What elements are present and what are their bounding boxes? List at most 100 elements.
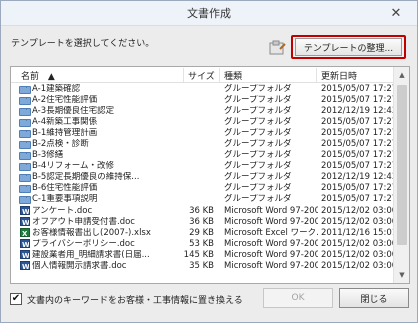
list-item[interactable]: B-4リフォーム・改修 グループフォルダ 2015/05/07 17:27 [11, 161, 394, 172]
item-size: 145 KB [183, 249, 214, 260]
item-name: B-5認定長期優良の維持保... [32, 172, 140, 183]
item-date: 2015/12/02 03:00 [321, 205, 394, 216]
column-header-date[interactable]: 更新日時 [321, 69, 357, 82]
list-item[interactable]: A-1建築確認 グループフォルダ 2015/05/07 17:27 [11, 84, 394, 95]
column-divider[interactable] [316, 68, 317, 82]
item-name: B-1維持管理計画 [32, 128, 98, 139]
item-date: 2015/12/02 03:00 [321, 216, 394, 227]
list-item[interactable]: B-5認定長期優良の維持保... グループフォルダ 2012/12/19 12:43 [11, 172, 394, 183]
folder-icon [19, 141, 31, 150]
list-item[interactable]: B-1維持管理計画 グループフォルダ 2015/05/07 17:27 [11, 128, 394, 139]
column-header-size[interactable]: サイズ [188, 69, 215, 82]
list-item[interactable]: W 個人情報開示請求書.doc 35 KB Microsoft Word 97-200… [11, 260, 394, 272]
item-name: A-2住宅性能評価 [32, 95, 98, 106]
item-date: 2015/05/07 17:27 [321, 95, 394, 106]
folder-icon [19, 163, 31, 172]
excel-icon: X [20, 227, 30, 237]
window-title: 文書作成 [187, 7, 231, 20]
item-name: B-4リフォーム・改修 [32, 161, 115, 172]
close-button[interactable]: 閉じる [339, 288, 409, 308]
scroll-down-arrow-icon[interactable]: ▼ [394, 267, 409, 283]
window-close-button[interactable]: ✕ [381, 4, 411, 22]
document-creation-dialog: 文書作成 ✕ テンプレートを選択してください。 テンプレートの整理... 名前 … [0, 0, 418, 323]
list-item[interactable]: X お客様情報書出し(2007-).xlsx 29 KB Microsoft Exce… [11, 227, 394, 239]
item-type: Microsoft Word 97-200... [224, 205, 318, 216]
title-bar: 文書作成 ✕ [1, 1, 417, 26]
list-item[interactable]: A-4新築工事関係 グループフォルダ 2015/05/07 17:27 [11, 117, 394, 128]
item-size: 36 KB [189, 216, 214, 227]
item-date: 2015/05/07 17:27 [321, 183, 394, 194]
item-size: 35 KB [189, 260, 214, 271]
word-letter: W [22, 251, 30, 259]
item-date: 2015/05/07 17:27 [321, 194, 394, 205]
list-item[interactable]: W オフアウト申請受付書.doc 36 KB Microsoft Word 97-20… [11, 216, 394, 228]
word-doc-icon: W [20, 205, 30, 215]
folder-icon [19, 130, 31, 139]
list-item[interactable]: B-6住宅性能評価 グループフォルダ 2015/05/07 17:27 [11, 183, 394, 194]
template-list[interactable]: 名前 ▲ サイズ 種類 更新日時 A-1建築確認 グループフォルダ 2015/05/… [10, 66, 410, 284]
item-type: Microsoft Word 97-200... [224, 238, 318, 249]
item-name: 建設業者用_明細請求書(日届... [32, 249, 150, 260]
word-doc-icon: W [20, 260, 30, 270]
item-type: グループフォルダ [224, 95, 292, 106]
item-type: グループフォルダ [224, 172, 292, 183]
item-type: グループフォルダ [224, 194, 292, 205]
list-header: 名前 ▲ サイズ 種類 更新日時 [11, 67, 394, 83]
word-doc-icon: W [20, 216, 30, 226]
item-name: C-1重要事項説明 [32, 194, 98, 205]
item-type: グループフォルダ [224, 128, 292, 139]
vertical-scrollbar[interactable]: ▲ ▼ [393, 67, 409, 283]
word-letter: W [22, 218, 30, 226]
list-item[interactable]: B-2点検・診断 グループフォルダ 2015/05/07 17:27 [11, 139, 394, 150]
item-date: 2015/05/07 17:27 [321, 84, 394, 94]
word-letter: W [22, 207, 30, 215]
list-item[interactable]: A-2住宅性能評価 グループフォルダ 2015/05/07 17:27 [11, 95, 394, 106]
item-name: A-3長期優良住宅認定 [32, 106, 115, 117]
item-type: グループフォルダ [224, 150, 292, 161]
item-date: 2015/05/07 17:27 [321, 128, 394, 139]
item-date: 2015/12/02 03:00 [321, 238, 394, 249]
item-name: お客様情報書出し(2007-).xlsx [32, 227, 151, 238]
folder-icon [19, 174, 31, 183]
manage-templates-highlight: テンプレートの整理... [291, 35, 406, 59]
item-name: A-1建築確認 [32, 84, 81, 94]
list-item[interactable]: B-3修繕 グループフォルダ 2015/05/07 17:27 [11, 150, 394, 161]
word-letter: W [22, 240, 30, 248]
word-doc-icon: W [20, 238, 30, 248]
folder-icon [19, 86, 31, 94]
item-date: 2015/12/02 03:00 [321, 260, 394, 271]
word-doc-icon: W [20, 249, 30, 259]
item-name: アンケート.doc [32, 205, 93, 216]
item-name: プライバシーポリシー.doc [32, 238, 135, 249]
scrollbar-thumb[interactable] [397, 85, 407, 245]
item-name: 個人情報開示請求書.doc [32, 260, 127, 271]
list-item[interactable]: W アンケート.doc 36 KB Microsoft Word 97-200... 2… [11, 205, 394, 217]
item-date: 2015/12/02 03:00 [321, 249, 394, 260]
column-divider[interactable] [219, 68, 220, 82]
replace-keywords-checkbox[interactable]: ✔ [10, 293, 22, 305]
excel-letter: X [22, 229, 28, 237]
item-type: グループフォルダ [224, 139, 292, 150]
item-name: A-4新築工事関係 [32, 117, 98, 128]
template-tool-icon[interactable] [269, 40, 287, 56]
folder-icon [19, 152, 31, 161]
column-header-type[interactable]: 種類 [224, 69, 242, 82]
item-name: B-2点検・診断 [32, 139, 89, 150]
scroll-up-arrow-icon[interactable]: ▲ [394, 67, 409, 83]
list-item[interactable]: W 建設業者用_明細請求書(日届... 145 KB Microsoft Word 9… [11, 249, 394, 261]
sort-ascending-icon: ▲ [47, 72, 55, 82]
manage-templates-button[interactable]: テンプレートの整理... [295, 38, 402, 56]
replace-keywords-label: 文書内のキーワードをお客様・工事情報に置き換える [27, 296, 243, 306]
column-header-name[interactable]: 名前 ▲ [21, 69, 55, 82]
item-date: 2012/12/19 12:43 [321, 172, 394, 183]
column-divider[interactable] [183, 68, 184, 82]
item-name: オフアウト申請受付書.doc [32, 216, 135, 227]
list-item[interactable]: A-3長期優良住宅認定 グループフォルダ 2012/12/19 12:43 [11, 106, 394, 117]
list-item[interactable]: C-1重要事項説明 グループフォルダ 2015/05/07 17:27 [11, 194, 394, 205]
ok-button[interactable]: OK [263, 288, 333, 308]
folder-icon [19, 196, 31, 205]
folder-icon [19, 185, 31, 194]
item-name: B-3修繕 [32, 150, 64, 161]
item-type: グループフォルダ [224, 161, 292, 172]
list-item[interactable]: W プライバシーポリシー.doc 53 KB Microsoft Word 97-20… [11, 238, 394, 250]
